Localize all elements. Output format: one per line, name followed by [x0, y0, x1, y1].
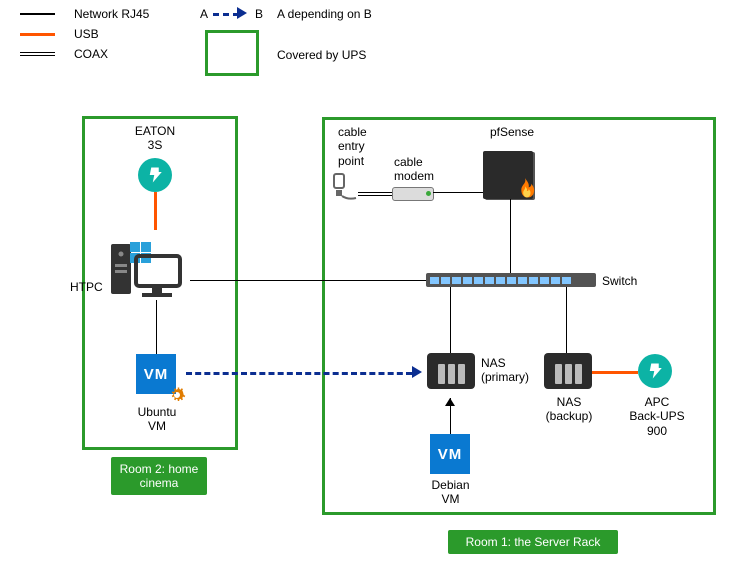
cable-modem-label: cable modem [394, 155, 434, 184]
diagram-canvas: Network RJ45 USB COAX A B A depending on… [0, 0, 733, 572]
htpc-desktop-icon [110, 234, 188, 307]
switch-label: Switch [602, 274, 637, 288]
ubuntu-vm-gear-icon [168, 386, 186, 404]
cable-entry-icon [332, 172, 358, 205]
nas-primary-icon [427, 353, 475, 389]
room1-banner: Room 1: the Server Rack [448, 530, 618, 554]
nas-primary-label: NAS (primary) [481, 356, 529, 385]
htpc-to-switch-line [190, 280, 426, 281]
pfsense-flame-icon [514, 178, 536, 204]
legend-depends-text: A depending on B [277, 7, 372, 21]
legend-usb-label: USB [74, 27, 99, 41]
apc-label: APC Back-UPS 900 [628, 395, 686, 438]
legend-ups-swatch [205, 30, 259, 76]
ubuntu-to-nas-dependency [186, 372, 412, 375]
nas2-to-apc-usb [592, 371, 638, 374]
switch-icon [426, 273, 596, 287]
debian-label: Debian VM [428, 478, 473, 507]
legend-usb-line [20, 33, 55, 36]
pfsense-label: pfSense [490, 125, 534, 139]
legend-network-label: Network RJ45 [74, 7, 149, 21]
cable-modem-icon [392, 187, 434, 201]
legend-depends-b: B [255, 7, 263, 21]
legend-depends-a: A [200, 7, 208, 21]
ubuntu-to-nas-arrowhead [412, 366, 422, 378]
cable-entry-label: cable entry point [338, 125, 367, 168]
debian-vm-icon: VM [430, 434, 470, 474]
eaton-label: EATON 3S [125, 124, 185, 153]
apc-ups-icon [638, 354, 672, 388]
pfsense-to-switch-line [510, 199, 511, 273]
nas-backup-label: NAS (backup) [544, 395, 594, 424]
debian-to-nas-arrowhead [445, 392, 455, 406]
legend-network-line [20, 13, 55, 15]
nas-backup-icon [544, 353, 592, 389]
ubuntu-label: Ubuntu VM [132, 405, 182, 434]
switch-to-nas2-line [566, 287, 567, 353]
legend-depends-arrow [237, 7, 247, 19]
legend-depends-dash [213, 13, 239, 16]
legend-coax-label: COAX [74, 47, 108, 61]
entry-to-modem-coax [358, 192, 392, 196]
modem-to-pfsense-line [433, 192, 483, 193]
legend-ups-text: Covered by UPS [277, 48, 366, 62]
legend-coax-line [20, 52, 55, 56]
room2-banner: Room 2: home cinema [111, 457, 207, 495]
eaton-ups-icon [138, 158, 172, 192]
htpc-to-ubuntu-line [156, 300, 157, 354]
htpc-label: HTPC [70, 280, 103, 294]
switch-to-nas1-line [450, 287, 451, 353]
eaton-to-htpc-usb [154, 192, 157, 230]
